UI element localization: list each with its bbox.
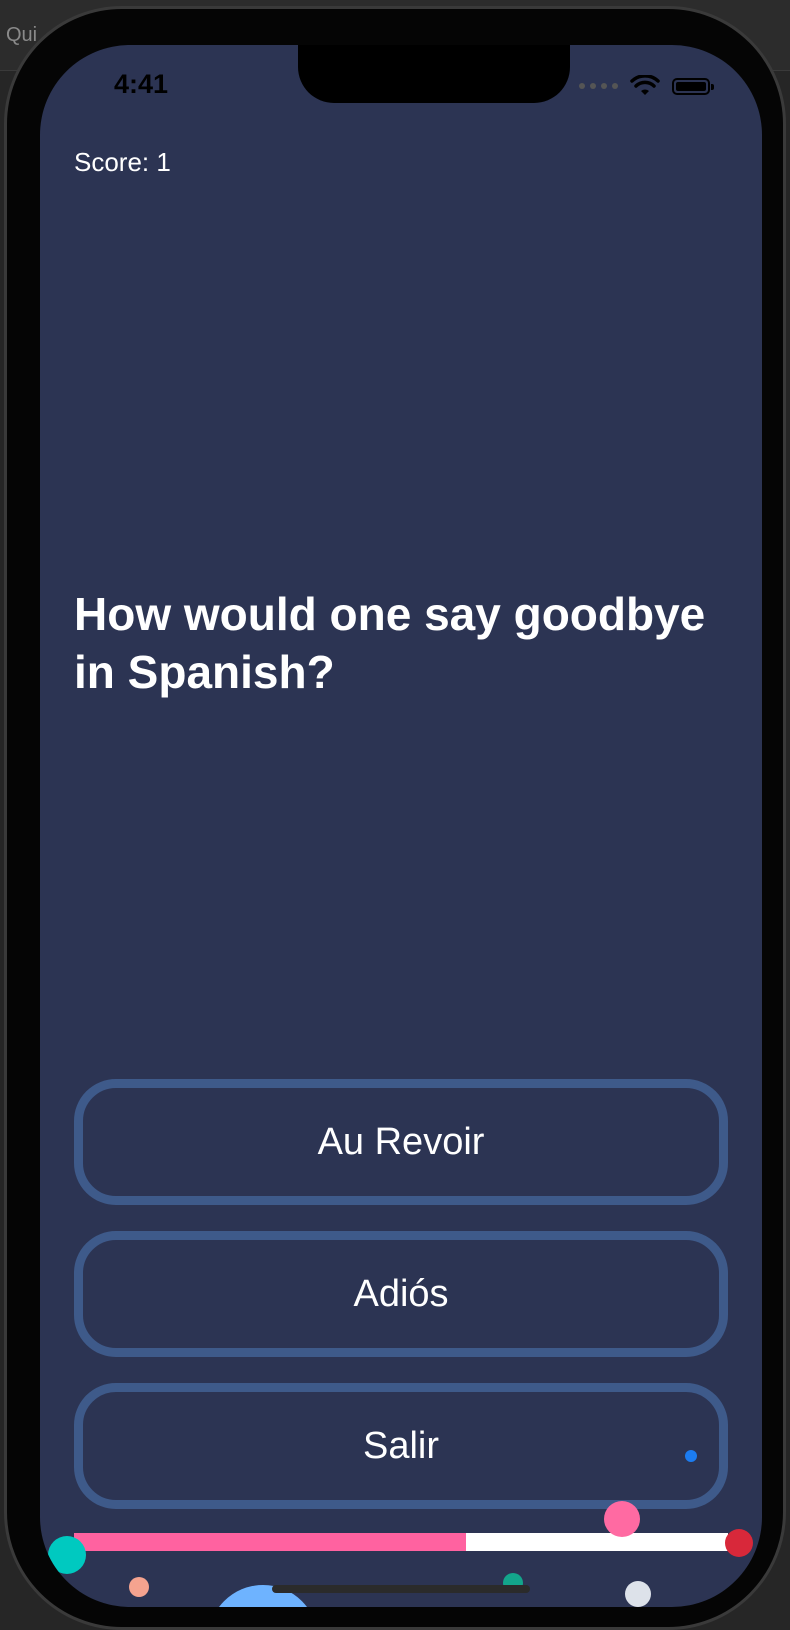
answer-label: Salir — [362, 1424, 440, 1467]
score-label: Score: 1 — [74, 147, 171, 177]
notch — [298, 45, 570, 103]
answer-label: Adiós — [353, 1272, 449, 1315]
answer-button-3[interactable]: Salir — [74, 1383, 728, 1509]
confetti-dot — [725, 1529, 753, 1557]
battery-icon — [672, 77, 714, 95]
confetti-dot — [48, 1536, 86, 1574]
quiz-progress-fill — [74, 1533, 467, 1551]
confetti-dot — [625, 1581, 651, 1607]
wifi-icon — [630, 75, 660, 95]
quiz-screen: 4:41 Score: 1 How would one say goodbye … — [40, 45, 762, 1607]
status-icons — [579, 75, 714, 97]
question-text: How would one say goodbye in Spanish? — [74, 588, 706, 698]
confetti-dot — [604, 1501, 640, 1537]
answer-label: Au Revoir — [317, 1120, 485, 1163]
home-indicator[interactable] — [272, 1585, 530, 1593]
phone-frame: 4:41 Score: 1 How would one say goodbye … — [4, 6, 786, 1630]
answer-button-2[interactable]: Adiós — [74, 1231, 728, 1357]
status-time: 4:41 — [114, 69, 169, 99]
confetti-dot — [129, 1577, 149, 1597]
quiz-progress-bar — [74, 1533, 728, 1551]
answer-button-1[interactable]: Au Revoir — [74, 1079, 728, 1205]
confetti-dot — [685, 1450, 697, 1462]
backdrop-window-title: Qui — [6, 24, 38, 46]
signal-icon — [579, 83, 618, 89]
